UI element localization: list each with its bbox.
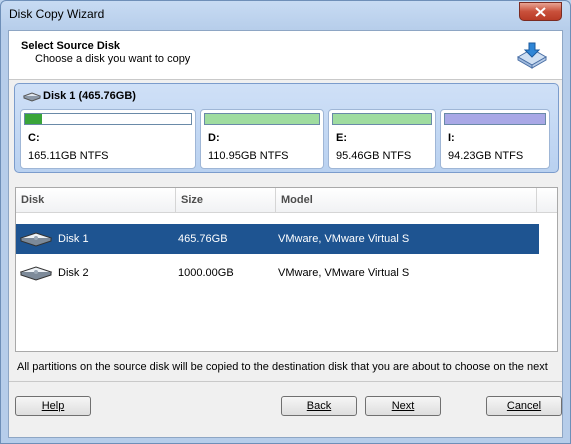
partition-letter: C: xyxy=(28,132,40,144)
partition-usage-fill xyxy=(25,114,42,124)
column-header-model[interactable]: Model xyxy=(276,188,537,212)
partition-letter: E: xyxy=(336,132,347,144)
title-bar[interactable]: Disk Copy Wizard xyxy=(1,1,570,29)
disk-row-1[interactable]: Disk 1 465.76GB VMware, VMware Virtual S xyxy=(16,224,539,254)
partition-usage-fill xyxy=(205,114,319,124)
hard-disk-icon xyxy=(20,232,52,247)
next-button[interactable]: Next xyxy=(365,396,441,416)
window-title: Disk Copy Wizard xyxy=(9,7,105,21)
page-title: Select Source Disk xyxy=(21,40,121,52)
back-button[interactable]: Back xyxy=(281,396,357,416)
partition-letter: I: xyxy=(448,132,455,144)
partition-info: 95.46GB NTFS xyxy=(336,150,412,162)
disk-name: Disk 2 xyxy=(58,267,89,279)
column-header-size[interactable]: Size xyxy=(176,188,276,212)
help-button-label: Help xyxy=(41,400,65,412)
cancel-button-label: Cancel xyxy=(506,400,542,412)
close-button[interactable] xyxy=(519,2,562,21)
disk-map-label: Disk 1 (465.76GB) xyxy=(43,90,136,102)
partition-info: 110.95GB NTFS xyxy=(208,150,289,162)
partition-usage-fill xyxy=(333,114,431,124)
close-icon xyxy=(535,7,546,17)
column-header-disk[interactable]: Disk xyxy=(16,188,176,212)
source-disk-map[interactable]: Disk 1 (465.76GB) C: 165.11GB NTFS D: 11… xyxy=(14,83,559,173)
disk-copy-icon xyxy=(516,42,548,69)
cancel-button[interactable]: Cancel xyxy=(486,396,562,416)
partition-c[interactable]: C: 165.11GB NTFS xyxy=(20,109,196,169)
next-button-label: Next xyxy=(391,400,415,412)
disk-model: VMware, VMware Virtual S xyxy=(278,233,410,245)
partition-info: 94.23GB NTFS xyxy=(448,150,524,162)
partition-letter: D: xyxy=(208,132,220,144)
partition-e[interactable]: E: 95.46GB NTFS xyxy=(328,109,436,169)
footer-divider xyxy=(9,381,562,382)
disk-size: 465.76GB xyxy=(178,233,228,245)
partition-info: 165.11GB NTFS xyxy=(28,150,109,162)
partition-i[interactable]: I: 94.23GB NTFS xyxy=(440,109,550,169)
disk-size: 1000.00GB xyxy=(178,267,234,279)
partition-usage-bar xyxy=(332,113,432,125)
partition-d[interactable]: D: 110.95GB NTFS xyxy=(200,109,324,169)
partition-usage-bar xyxy=(444,113,546,125)
wizard-window: Disk Copy Wizard Select Source Disk Choo… xyxy=(0,0,571,444)
copy-info-note: All partitions on the source disk will b… xyxy=(17,361,548,373)
disk-list[interactable]: Disk Size Model Disk 1 465.76GB VMware, … xyxy=(15,187,558,352)
page-subtitle: Choose a disk you want to copy xyxy=(35,53,191,65)
disk-model: VMware, VMware Virtual S xyxy=(278,267,410,279)
disk-row-2[interactable]: Disk 2 1000.00GB VMware, VMware Virtual … xyxy=(16,258,539,288)
hard-disk-icon xyxy=(20,266,52,281)
wizard-header: Select Source Disk Choose a disk you wan… xyxy=(9,31,562,80)
back-button-label: Back xyxy=(306,400,332,412)
wizard-client-area: Select Source Disk Choose a disk you wan… xyxy=(8,30,563,438)
partition-usage-bar xyxy=(24,113,192,125)
help-button[interactable]: Help xyxy=(15,396,91,416)
partition-usage-bar xyxy=(204,113,320,125)
partition-usage-fill xyxy=(445,114,545,124)
disk-list-header: Disk Size Model xyxy=(16,188,557,213)
disk-name: Disk 1 xyxy=(58,233,89,245)
hard-disk-icon xyxy=(23,92,41,102)
